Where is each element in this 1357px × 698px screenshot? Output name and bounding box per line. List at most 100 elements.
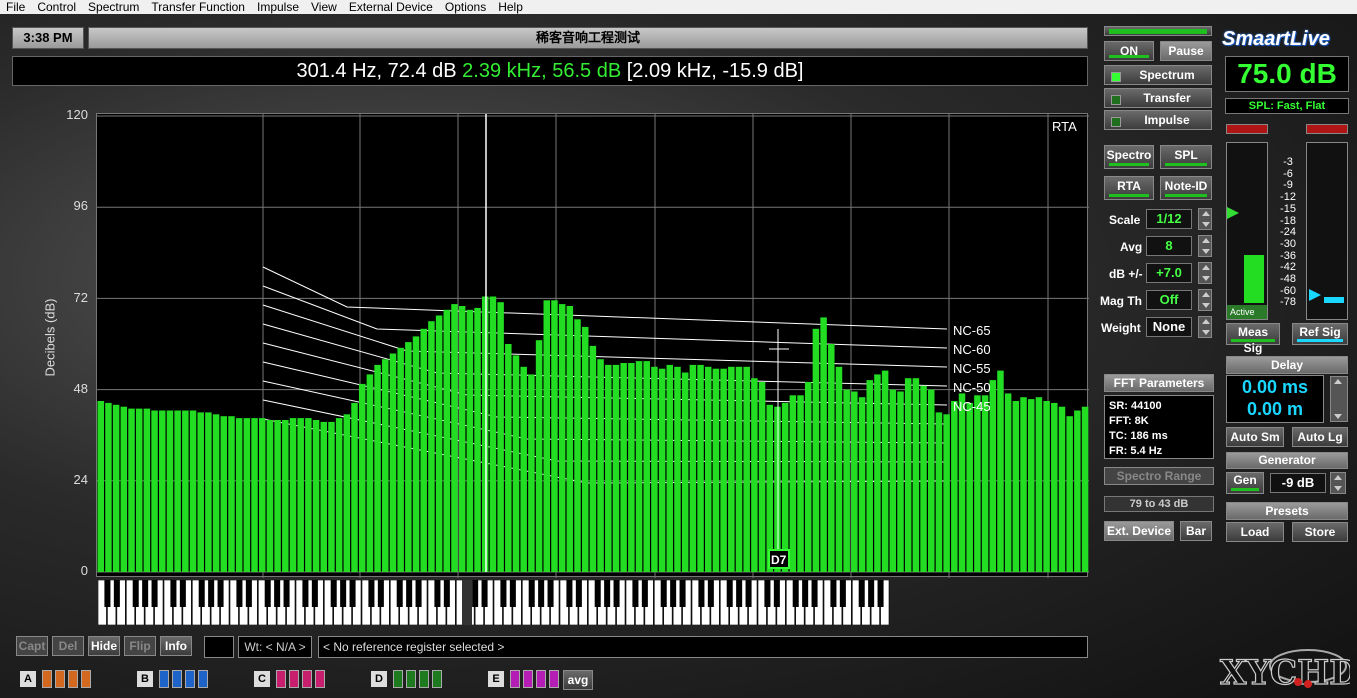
menu-external-device[interactable]: External Device bbox=[343, 0, 439, 14]
scale-spinner[interactable] bbox=[1198, 208, 1212, 230]
gen-level-field[interactable]: -9 dB bbox=[1270, 473, 1326, 493]
menu-impulse[interactable]: Impulse bbox=[251, 0, 305, 14]
info-button[interactable]: Info bbox=[160, 636, 192, 656]
ext-device-button[interactable]: Ext. Device bbox=[1104, 521, 1174, 541]
menu-view[interactable]: View bbox=[305, 0, 343, 14]
register-slot-a[interactable] bbox=[81, 670, 91, 688]
black-key[interactable] bbox=[208, 580, 215, 607]
black-key[interactable] bbox=[726, 580, 733, 607]
register-slot-c[interactable] bbox=[302, 670, 312, 688]
black-key[interactable] bbox=[132, 580, 139, 607]
black-key[interactable] bbox=[877, 580, 884, 607]
black-key[interactable] bbox=[773, 580, 780, 607]
black-key[interactable] bbox=[198, 580, 205, 607]
black-key[interactable] bbox=[311, 580, 318, 607]
capture-button[interactable]: Capt bbox=[16, 636, 48, 656]
register-slot-d[interactable] bbox=[432, 670, 442, 688]
spectro-button[interactable]: Spectro bbox=[1104, 145, 1154, 169]
right-meter-slider[interactable] bbox=[1309, 289, 1321, 301]
black-key[interactable] bbox=[707, 580, 714, 607]
black-key[interactable] bbox=[104, 580, 111, 607]
black-key[interactable] bbox=[377, 580, 384, 607]
black-key[interactable] bbox=[283, 580, 290, 607]
black-key[interactable] bbox=[434, 580, 441, 607]
black-key[interactable] bbox=[274, 580, 281, 607]
black-key[interactable] bbox=[679, 580, 686, 607]
black-key[interactable] bbox=[368, 580, 375, 607]
spectro-range-button[interactable]: Spectro Range bbox=[1104, 467, 1214, 485]
gen-level-spinner[interactable] bbox=[1330, 472, 1346, 494]
black-key[interactable] bbox=[641, 580, 648, 607]
fft-parameters-button[interactable]: FFT Parameters bbox=[1104, 374, 1214, 392]
register-slot-e[interactable] bbox=[549, 670, 559, 688]
menu-options[interactable]: Options bbox=[439, 0, 492, 14]
on-button[interactable]: ON bbox=[1104, 41, 1154, 61]
register-slot-c[interactable] bbox=[315, 670, 325, 688]
black-key[interactable] bbox=[868, 580, 875, 607]
black-key[interactable] bbox=[670, 580, 677, 607]
rta-button[interactable]: RTA bbox=[1104, 176, 1154, 200]
black-key[interactable] bbox=[236, 580, 243, 607]
black-key[interactable] bbox=[406, 580, 413, 607]
auto-lg-button[interactable]: Auto Lg bbox=[1292, 427, 1348, 447]
register-slot-c[interactable] bbox=[276, 670, 286, 688]
avg-spinner[interactable] bbox=[1198, 235, 1212, 257]
magth-spinner[interactable] bbox=[1198, 289, 1212, 311]
menu-help[interactable]: Help bbox=[492, 0, 529, 14]
piano-keyboard[interactable] bbox=[98, 580, 890, 625]
register-slot-d[interactable] bbox=[419, 670, 429, 688]
black-key[interactable] bbox=[443, 580, 450, 607]
black-key[interactable] bbox=[330, 580, 337, 607]
pause-button[interactable]: Pause bbox=[1160, 41, 1212, 61]
black-key[interactable] bbox=[349, 580, 356, 607]
black-key[interactable] bbox=[792, 580, 799, 607]
black-key[interactable] bbox=[500, 580, 507, 607]
black-key[interactable] bbox=[566, 580, 573, 607]
register-slot-b[interactable] bbox=[185, 670, 195, 688]
black-key[interactable] bbox=[472, 580, 479, 607]
store-button[interactable]: Store bbox=[1292, 522, 1348, 542]
black-key[interactable] bbox=[764, 580, 771, 607]
register-slot-b[interactable] bbox=[159, 670, 169, 688]
black-key[interactable] bbox=[802, 580, 809, 607]
ref-sig-button[interactable]: Ref Sig bbox=[1292, 323, 1348, 345]
register-slot-e[interactable] bbox=[536, 670, 546, 688]
black-key[interactable] bbox=[415, 580, 422, 607]
gen-button[interactable]: Gen bbox=[1226, 472, 1264, 494]
menu-spectrum[interactable]: Spectrum bbox=[82, 0, 145, 14]
black-key[interactable] bbox=[340, 580, 347, 607]
register-slot-a[interactable] bbox=[55, 670, 65, 688]
black-key[interactable] bbox=[547, 580, 554, 607]
db-range-field[interactable]: +7.0 bbox=[1146, 263, 1192, 283]
black-key[interactable] bbox=[396, 580, 403, 607]
black-key[interactable] bbox=[811, 580, 818, 607]
register-slot-e[interactable] bbox=[510, 670, 520, 688]
avg-field[interactable]: 8 bbox=[1146, 236, 1192, 256]
black-key[interactable] bbox=[632, 580, 639, 607]
black-key[interactable] bbox=[302, 580, 309, 607]
menu-transfer-function[interactable]: Transfer Function bbox=[145, 0, 251, 14]
black-key[interactable] bbox=[858, 580, 865, 607]
black-key[interactable] bbox=[245, 580, 252, 607]
avg-register-button[interactable]: avg bbox=[563, 670, 593, 690]
spl-button[interactable]: SPL bbox=[1160, 145, 1212, 169]
register-slot-a[interactable] bbox=[68, 670, 78, 688]
load-button[interactable]: Load bbox=[1226, 522, 1284, 542]
black-key[interactable] bbox=[217, 580, 224, 607]
black-key[interactable] bbox=[142, 580, 149, 607]
delete-button[interactable]: Del bbox=[52, 636, 84, 656]
register-slot-a[interactable] bbox=[42, 670, 52, 688]
register-slot-d[interactable] bbox=[406, 670, 416, 688]
left-meter-slider[interactable] bbox=[1227, 207, 1239, 219]
transfer-mode-button[interactable]: Transfer bbox=[1104, 88, 1212, 108]
register-slot-d[interactable] bbox=[393, 670, 403, 688]
flip-button[interactable]: Flip bbox=[124, 636, 156, 656]
bar-button[interactable]: Bar bbox=[1180, 521, 1212, 541]
delay-spinner[interactable] bbox=[1330, 376, 1348, 422]
black-key[interactable] bbox=[509, 580, 516, 607]
black-key[interactable] bbox=[660, 580, 667, 607]
magth-field[interactable]: Off bbox=[1146, 290, 1192, 310]
rta-plot[interactable]: RTA NC-65 NC-60 NC-55 NC-50 NC-45 D7 bbox=[96, 113, 1089, 578]
black-key[interactable] bbox=[575, 580, 582, 607]
black-key[interactable] bbox=[179, 580, 186, 607]
